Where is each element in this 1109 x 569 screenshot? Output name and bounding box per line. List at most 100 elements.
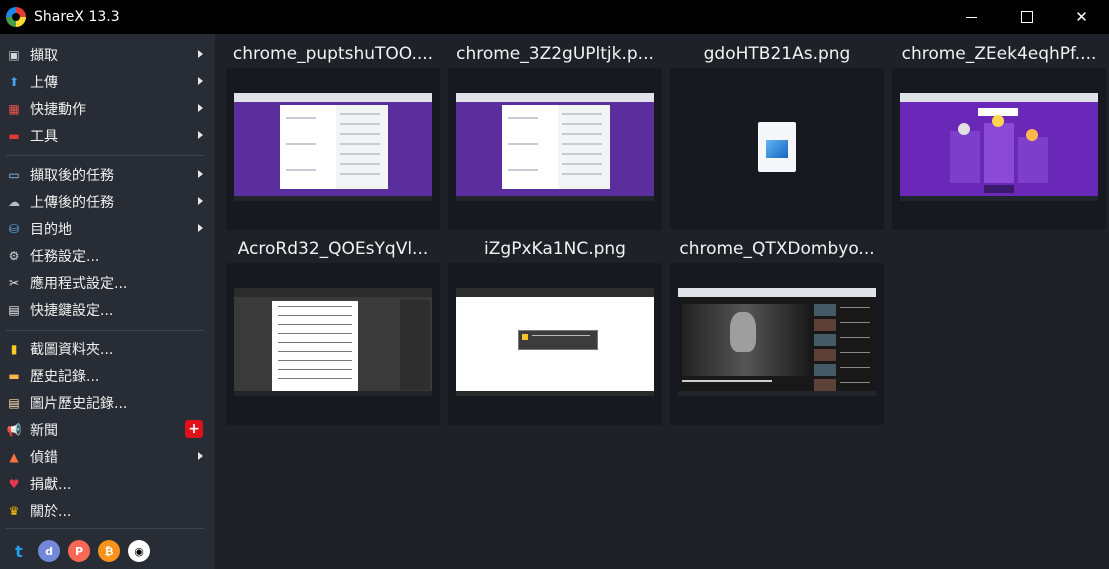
capture-icon: ▣	[8, 47, 20, 62]
form-line	[286, 117, 316, 119]
sidebar-item-label: 新聞	[30, 422, 58, 439]
megaphone-icon: 📢	[6, 422, 22, 437]
thumbnail-image[interactable]	[226, 68, 440, 230]
thumbnail-item[interactable]: chrome_QTXDombyo...	[670, 235, 884, 425]
table-line	[278, 351, 352, 352]
discord-icon[interactable]: d	[38, 540, 60, 562]
submenu-arrow-icon	[198, 104, 203, 112]
screenshot-preview	[234, 288, 432, 396]
sidebar-item-tools[interactable]: ▬ 工具	[0, 122, 215, 149]
thumbnail-filename: gdoHTB21As.png	[703, 44, 851, 64]
table-line	[278, 324, 352, 325]
table-line	[278, 342, 352, 343]
screenshot-preview	[456, 288, 654, 396]
destinations-icon: ⛁	[8, 221, 20, 236]
screenshot-preview	[900, 93, 1098, 201]
sidebar-item-workflows[interactable]: ▦ 快捷動作	[0, 95, 215, 122]
dialog-text	[532, 335, 590, 336]
taskbar	[234, 391, 432, 396]
submenu-arrow-icon	[198, 170, 203, 178]
form-card	[336, 105, 388, 189]
bitcoin-icon[interactable]: ₿	[98, 540, 120, 562]
history-icon: ▬	[8, 368, 20, 383]
thumbnail-image[interactable]	[670, 263, 884, 425]
menu-separator	[6, 528, 204, 529]
sidebar-item-after-capture[interactable]: ▭ 擷取後的任務	[0, 161, 215, 188]
form-line	[562, 133, 602, 135]
sidebar-item-label: 截圖資料夾...	[30, 341, 114, 358]
thumbnail-image[interactable]	[892, 68, 1106, 230]
sidebar-item-wrench[interactable]: ✂ 應用程式設定...	[0, 269, 215, 296]
image-glyph	[766, 140, 788, 158]
heart-icon: ♥	[8, 476, 20, 491]
sidebar-item-label: 快捷鍵設定...	[30, 302, 114, 319]
medal	[1026, 129, 1038, 141]
gear-icon: ⚙	[8, 248, 20, 263]
news-badge: +	[185, 420, 203, 438]
form-line	[562, 153, 602, 155]
sidebar-item-label: 任務設定...	[30, 248, 100, 265]
twitter-icon[interactable]: t	[8, 540, 30, 562]
table-line	[278, 333, 352, 334]
sidebar-item-destinations[interactable]: ⛁ 目的地	[0, 215, 215, 242]
form-line	[508, 117, 538, 119]
related-title	[840, 352, 870, 353]
form-line	[340, 113, 380, 115]
browser-bar	[900, 93, 1098, 102]
minimize-button[interactable]	[944, 0, 999, 34]
thumbnail-image[interactable]	[448, 68, 662, 230]
form-line	[340, 163, 380, 165]
keyboard-icon: ▤	[8, 302, 20, 317]
workflows-icon: ▦	[8, 101, 20, 116]
patreon-icon[interactable]: P	[68, 540, 90, 562]
sidebar-item-heart[interactable]: ♥ 捐獻...	[0, 470, 215, 497]
video-title	[682, 380, 772, 382]
thumbnail-item[interactable]: gdoHTB21As.png	[670, 40, 884, 230]
thumbnail-item[interactable]: AcroRd32_QOEsYqVl...	[226, 235, 440, 425]
related-title	[840, 382, 870, 383]
sidebar-item-label: 上傳	[30, 74, 58, 91]
form-line	[562, 163, 602, 165]
submenu-arrow-icon	[198, 197, 203, 205]
podium	[1018, 137, 1048, 183]
sidebar-item-keyboard[interactable]: ▤ 快捷鍵設定...	[0, 296, 215, 323]
sharex-logo-icon	[6, 7, 26, 27]
toolbar	[234, 288, 432, 297]
thumbnail-item[interactable]: chrome_3Z2gUPltjk.p...	[448, 40, 662, 230]
sidebar-item-label: 擷取後的任務	[30, 167, 114, 184]
sidebar-item-history[interactable]: ▬ 歷史記錄...	[0, 362, 215, 389]
debug-icon: ▲	[9, 449, 19, 464]
after-capture-icon: ▭	[8, 167, 20, 182]
button	[984, 185, 1014, 193]
thumbnail-image[interactable]	[448, 263, 662, 425]
sidebar-item-folder[interactable]: ▮ 截圖資料夾...	[0, 335, 215, 362]
medal	[992, 115, 1004, 127]
thumbnail-image[interactable]	[226, 263, 440, 425]
menu-separator	[6, 155, 204, 156]
sidebar-item-label: 快捷動作	[30, 101, 86, 118]
close-icon: ✕	[1075, 8, 1088, 26]
after-upload-icon: ☁	[8, 194, 20, 209]
form-card	[558, 105, 610, 189]
submenu-arrow-icon	[198, 77, 203, 85]
sidebar-menu: ▣ 擷取 ⬆ 上傳 ▦ 快捷動作 ▬ 工具 ▭ 擷取後的任務 ☁ 上傳後的任務 ⛁ 目的地 ⚙ 任務設定...…	[0, 34, 215, 569]
thumbnail-item[interactable]: chrome_puptshuTOO....	[226, 40, 440, 230]
sidebar-item-debug[interactable]: ▲ 偵錯	[0, 443, 215, 470]
close-button[interactable]: ✕	[1054, 0, 1109, 34]
github-icon[interactable]: ◉	[128, 540, 150, 562]
sidebar-item-label: 捐獻...	[30, 476, 72, 493]
sidebar-item-after-upload[interactable]: ☁ 上傳後的任務	[0, 188, 215, 215]
sidebar-item-capture[interactable]: ▣ 擷取	[0, 41, 215, 68]
minimize-icon	[966, 16, 977, 18]
thumbnail-item[interactable]: chrome_ZEek4eqhPf....	[892, 40, 1106, 230]
sidebar-item-upload[interactable]: ⬆ 上傳	[0, 68, 215, 95]
sidebar-item-gear[interactable]: ⚙ 任務設定...	[0, 242, 215, 269]
sidebar-item-crown[interactable]: ♛ 關於...	[0, 497, 215, 524]
maximize-button[interactable]	[999, 0, 1054, 34]
submenu-arrow-icon	[198, 131, 203, 139]
thumbnail-image[interactable]	[670, 68, 884, 230]
thumbnail-item[interactable]: iZgPxKa1NC.png	[448, 235, 662, 425]
sidebar-item-image-history[interactable]: ▤ 圖片歷史記錄...	[0, 389, 215, 416]
sidebar-item-megaphone[interactable]: 📢 新聞 +	[0, 416, 215, 443]
table-line	[278, 369, 352, 370]
